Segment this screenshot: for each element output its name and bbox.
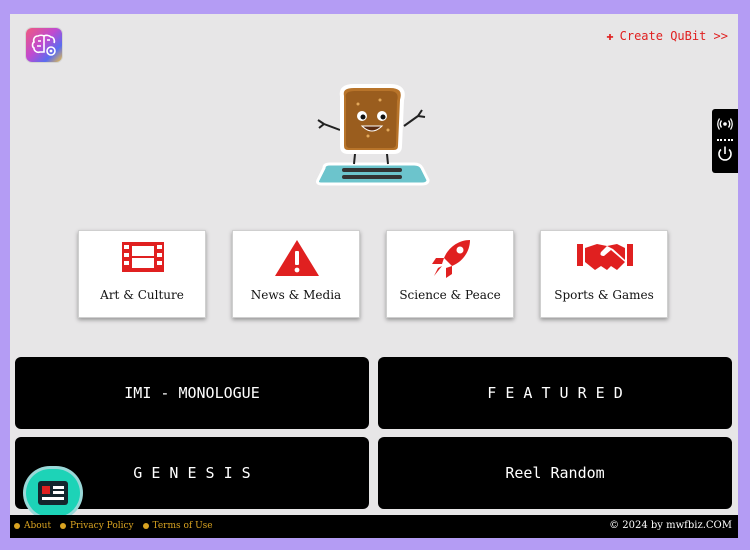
widget-divider	[717, 139, 733, 141]
footer-link-terms[interactable]: Terms of Use	[142, 521, 213, 531]
footer: About Privacy Policy Terms of Use © 2024…	[10, 515, 738, 538]
footer-link-about[interactable]: About	[14, 521, 51, 531]
category-label: News & Media	[250, 288, 342, 302]
toast-mascot-icon	[316, 84, 430, 186]
brain-logo-icon[interactable]	[26, 28, 62, 62]
section-imi-monologue[interactable]: IMI - MONOLOGUE	[15, 357, 369, 429]
category-art-culture[interactable]: Art & Culture	[78, 230, 206, 318]
category-news-media[interactable]: News & Media	[232, 230, 360, 318]
section-reel-random[interactable]: Reel Random	[378, 437, 732, 509]
bullet-icon	[14, 522, 20, 529]
film-icon	[122, 242, 164, 272]
category-science-peace[interactable]: Science & Peace	[386, 230, 514, 318]
bullet-icon	[59, 522, 66, 529]
rocket-icon	[432, 240, 470, 278]
category-label: Art & Culture	[100, 288, 184, 302]
handshake-icon	[577, 244, 633, 270]
create-qubit-label: Create QuBit >>	[619, 29, 728, 43]
footer-link-privacy[interactable]: Privacy Policy	[59, 521, 134, 531]
section-featured[interactable]: F E A T U R E D	[378, 357, 732, 429]
warning-icon	[275, 240, 319, 276]
bullet-icon	[142, 522, 149, 529]
news-fab-button[interactable]	[26, 469, 80, 517]
category-label: Sports & Games	[554, 288, 654, 302]
footer-links: About Privacy Policy Terms of Use	[14, 521, 219, 531]
category-sports-games[interactable]: Sports & Games	[540, 230, 668, 318]
newspaper-icon	[38, 481, 68, 505]
power-icon[interactable]	[716, 145, 734, 163]
broadcast-icon[interactable]	[717, 117, 733, 131]
category-label: Science & Peace	[399, 288, 501, 302]
side-widget[interactable]	[712, 109, 738, 173]
app-frame: ✚ Create QuBit >> Art & Culture News & M…	[10, 14, 738, 538]
plus-icon: ✚	[606, 29, 614, 43]
create-qubit-link[interactable]: ✚ Create QuBit >>	[606, 29, 728, 43]
footer-copyright: © 2024 by mwfbiz.COM	[609, 520, 732, 531]
